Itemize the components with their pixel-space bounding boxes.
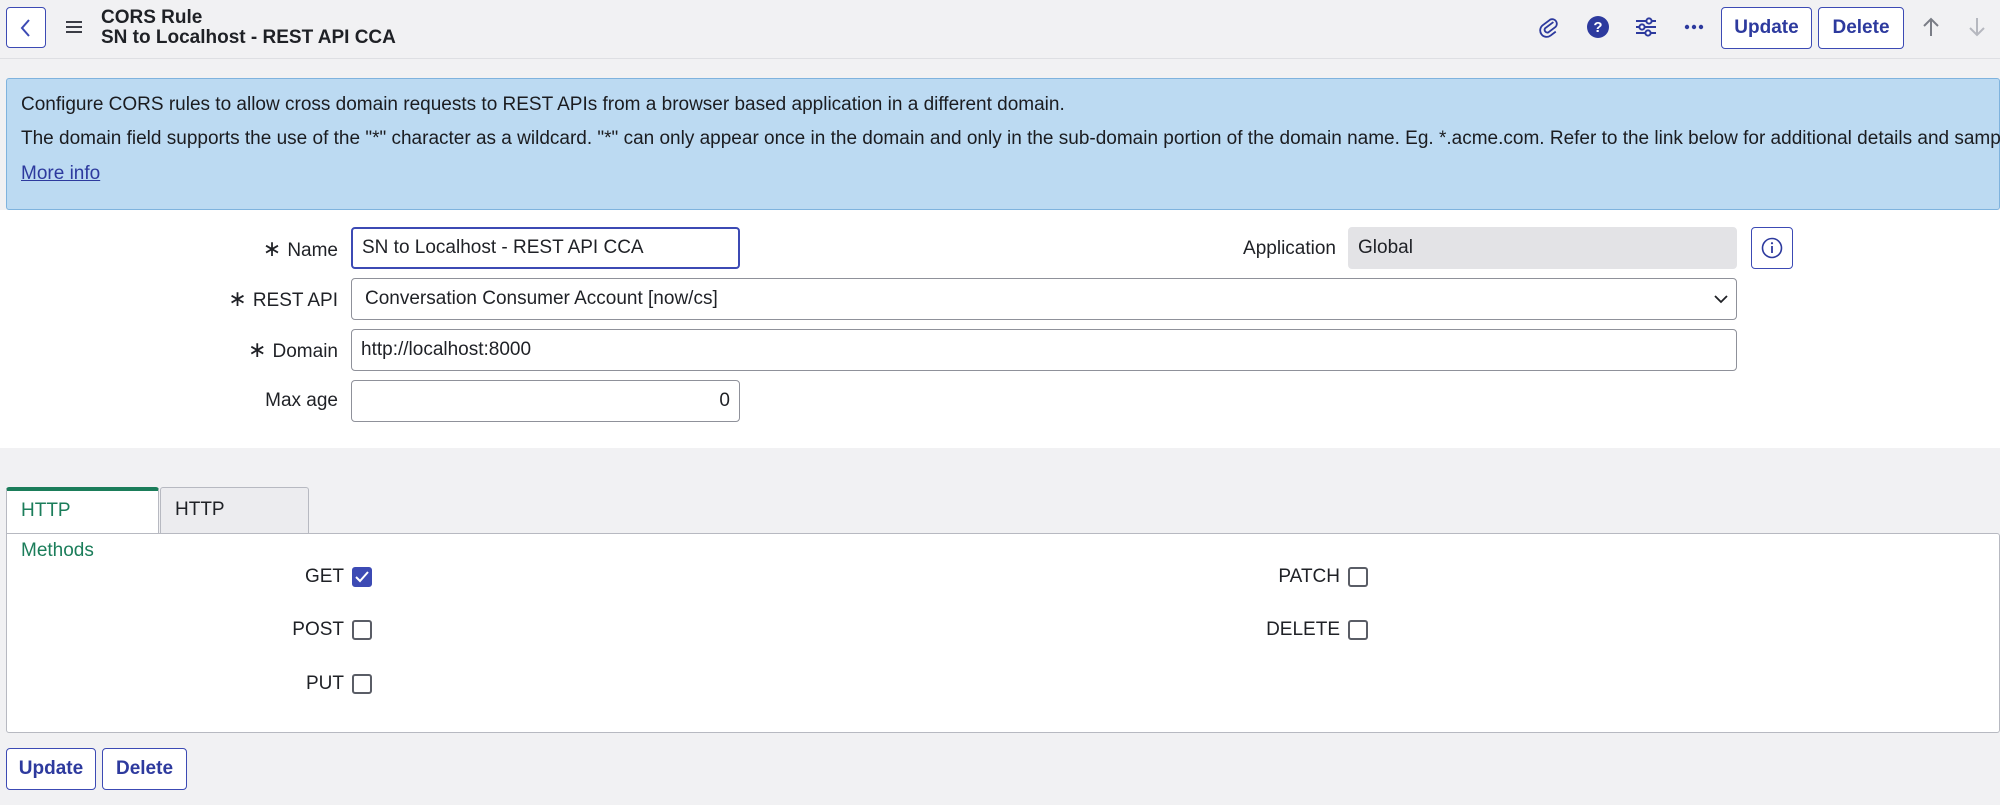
info-line-1: Configure CORS rules to allow cross doma… [21, 94, 1065, 115]
name-label: ∗ Name [262, 236, 338, 262]
put-checkbox[interactable] [352, 674, 372, 694]
form-body: ∗ Name SN to Localhost - REST API CCA App… [0, 210, 2000, 448]
info-line-2: The domain field supports the use of the… [21, 128, 2000, 149]
attachment-icon[interactable] [1536, 14, 1562, 40]
application-info-button[interactable] [1751, 227, 1793, 269]
required-asterisk-icon: ∗ [248, 337, 267, 362]
application-field: Global [1348, 227, 1737, 269]
arrow-up-icon[interactable] [1918, 14, 1944, 40]
patch-label: PATCH [1278, 566, 1340, 587]
back-button[interactable] [6, 7, 46, 48]
header-update-button[interactable]: Update [1721, 7, 1812, 49]
application-label: Application [1243, 238, 1336, 259]
menu-icon[interactable] [66, 20, 82, 34]
domain-field[interactable]: http://localhost:8000 [351, 329, 1737, 371]
info-banner: Configure CORS rules to allow cross doma… [6, 78, 2000, 210]
info-circle-icon [1761, 237, 1783, 259]
svg-text:?: ? [1593, 19, 1602, 36]
delete-checkbox[interactable] [1348, 620, 1368, 640]
delete-label: DELETE [1266, 619, 1340, 640]
header-delete-button[interactable]: Delete [1818, 7, 1904, 49]
help-icon[interactable]: ? [1585, 14, 1611, 40]
rest-api-select[interactable]: Conversation Consumer Account [now/cs] [351, 278, 1737, 320]
tab-http-methods[interactable]: HTTP Methods [6, 487, 159, 561]
rest-api-selected-value: Conversation Consumer Account [now/cs] [365, 288, 718, 309]
name-field[interactable]: SN to Localhost - REST API CCA [351, 227, 740, 269]
form-header: CORS Rule SN to Localhost - REST API CCA… [0, 0, 2000, 59]
arrow-down-icon[interactable] [1964, 14, 1990, 40]
rest-api-label: ∗ REST API [228, 286, 338, 312]
required-asterisk-icon: ∗ [262, 236, 282, 261]
get-label: GET [304, 566, 344, 587]
domain-label: ∗ Domain [248, 337, 338, 363]
required-asterisk-icon: ∗ [228, 286, 247, 311]
chevron-left-icon [20, 18, 30, 37]
checkmark-icon [355, 571, 369, 583]
more-info-link[interactable]: More info [21, 163, 100, 184]
post-label: POST [292, 619, 344, 640]
http-methods-panel: GET POST PUT PATCH DELETE [6, 533, 2000, 733]
post-checkbox[interactable] [352, 620, 372, 640]
get-checkbox[interactable] [352, 567, 372, 587]
footer-delete-button[interactable]: Delete [102, 748, 187, 790]
tab-http-headers[interactable]: HTTP Headers [160, 487, 309, 564]
record-name-title: SN to Localhost - REST API CCA [101, 27, 396, 48]
footer-update-button[interactable]: Update [6, 748, 96, 790]
max-age-field[interactable]: 0 [351, 380, 740, 422]
settings-sliders-icon[interactable] [1633, 14, 1659, 40]
record-type-title: CORS Rule [101, 7, 203, 28]
put-label: PUT [306, 673, 344, 694]
chevron-down-icon [1714, 295, 1728, 304]
more-options-icon[interactable] [1681, 14, 1707, 40]
max-age-label: Max age [265, 390, 338, 411]
patch-checkbox[interactable] [1348, 567, 1368, 587]
